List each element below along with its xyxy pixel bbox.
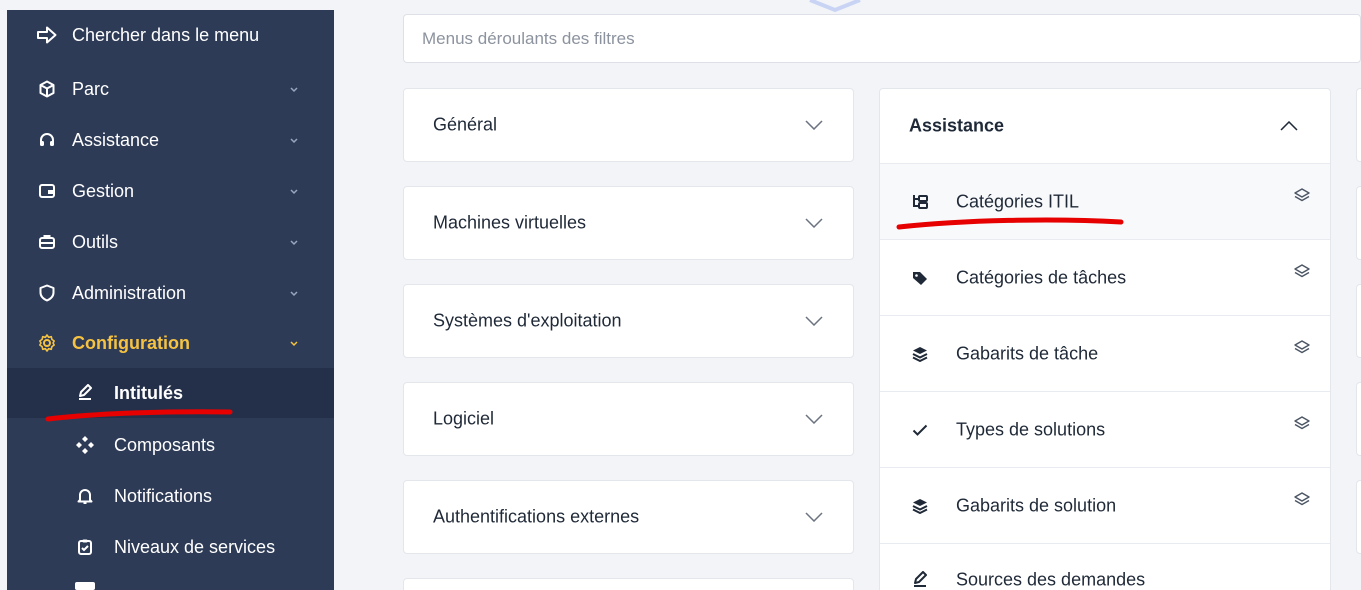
panel-item-types-solutions[interactable]: Types de solutions [880, 391, 1330, 467]
filter-dropdown-search[interactable] [403, 14, 1361, 63]
layers-icon [1294, 340, 1310, 354]
edit-icon [910, 570, 930, 590]
accordion-general[interactable]: Général [403, 88, 854, 162]
sidebar-item-configuration[interactable]: Configuration [7, 318, 334, 368]
sidebar-subitem-notifications[interactable]: Notifications [7, 471, 334, 521]
panel-item-label: Catégories de tâches [956, 267, 1127, 287]
menu-search-button[interactable]: Chercher dans le menu [7, 10, 334, 60]
sidebar-item-label: Assistance [72, 129, 160, 150]
sidebar-subitem-label: Composants [114, 434, 216, 455]
chevron-down-icon [290, 341, 298, 347]
sidebar-item-label: Outils [72, 231, 119, 252]
chevron-down-icon [290, 189, 298, 195]
assistance-panel: Assistance Catégories ITIL Catégories de… [879, 88, 1331, 590]
accordion-systemes-exploitation[interactable]: Systèmes d'exploitation [403, 284, 854, 358]
chevron-down-icon [805, 512, 823, 522]
sidebar-item-assistance[interactable]: Assistance [7, 115, 334, 165]
assistance-panel-header[interactable]: Assistance [880, 89, 1330, 163]
bell-icon [75, 486, 95, 506]
sidebar-item-label: Administration [72, 282, 187, 303]
panel-item-label: Gabarits de tâche [956, 343, 1099, 363]
partial-card-edge [1356, 284, 1361, 358]
sidebar-subitem-intitules[interactable]: Intitulés [7, 368, 334, 418]
chevron-down-icon [290, 138, 298, 144]
layers-icon [1294, 416, 1310, 430]
sidebar-item-outils[interactable]: Outils [7, 217, 334, 267]
panel-item-gabarits-solution[interactable]: Gabarits de solution [880, 467, 1330, 543]
accordion-authentifications-externes[interactable]: Authentifications externes [403, 480, 854, 554]
sidebar-item-gestion[interactable]: Gestion [7, 166, 334, 216]
chevron-down-icon [290, 87, 298, 93]
accordion-title: Général [433, 114, 498, 135]
edit-icon [75, 383, 95, 403]
cube-icon [37, 79, 57, 99]
arrow-right-icon [37, 25, 57, 45]
tags-icon [910, 268, 930, 288]
panel-item-label: Types de solutions [956, 419, 1106, 439]
layers-icon [1294, 264, 1310, 278]
partial-icon [75, 582, 95, 590]
panel-item-categories-taches[interactable]: Catégories de tâches [880, 239, 1330, 315]
chevron-down-icon [805, 316, 823, 326]
partial-card-edge [1356, 186, 1361, 260]
sidebar-item-label: Configuration [72, 332, 190, 353]
chevron-down-icon [290, 291, 298, 297]
panel-item-label: Catégories ITIL [956, 191, 1080, 211]
briefcase-icon [37, 232, 57, 252]
panel-item-gabarits-tache[interactable]: Gabarits de tâche [880, 315, 1330, 391]
sidebar: Chercher dans le menu Parc Assistance Ge… [7, 10, 334, 590]
sidebar-item-parc[interactable]: Parc [7, 64, 334, 114]
chevron-down-icon [805, 120, 823, 130]
sidebar-subitem-niveaux-services[interactable]: Niveaux de services [7, 522, 334, 572]
wallet-icon [37, 181, 57, 201]
sidebar-item-label: Parc [72, 78, 110, 99]
partial-card-edge [1356, 88, 1361, 162]
layers-icon [1294, 492, 1310, 506]
panel-item-label: Gabarits de solution [956, 495, 1117, 515]
chevron-down-icon [805, 414, 823, 424]
panel-item-categories-itil[interactable]: Catégories ITIL [880, 163, 1330, 239]
clipboard-check-icon [75, 537, 95, 557]
chevron-down-icon [805, 218, 823, 228]
sidebar-subitem-label: Niveaux de services [114, 536, 276, 557]
panel-item-label: Sources des demandes [956, 569, 1146, 590]
panel-item-sources-demandes[interactable]: Sources des demandes [880, 543, 1330, 590]
partial-card-edge [1356, 480, 1361, 554]
hierarchy-icon [910, 192, 930, 212]
accordion-next-partial[interactable] [403, 578, 854, 590]
menu-search-label: Chercher dans le menu [72, 24, 260, 45]
chevron-up-icon [1280, 121, 1298, 131]
panel-title: Assistance [909, 115, 1005, 136]
check-icon [910, 420, 930, 440]
settings-icon [37, 333, 57, 353]
accordion-title: Authentifications externes [433, 506, 640, 527]
layers-icon [910, 344, 930, 364]
layers-icon [1294, 188, 1310, 202]
accordion-title: Machines virtuelles [433, 212, 587, 233]
sidebar-item-label: Gestion [72, 180, 135, 201]
shield-icon [37, 283, 57, 303]
accordion-logiciel[interactable]: Logiciel [403, 382, 854, 456]
sidebar-subitem-label: Notifications [114, 485, 213, 506]
layers-icon [910, 496, 930, 516]
filter-search-input[interactable] [404, 15, 1360, 62]
sidebar-subitem-label: Intitulés [114, 382, 184, 403]
headset-icon [37, 130, 57, 150]
accordion-machines-virtuelles[interactable]: Machines virtuelles [403, 186, 854, 260]
sidebar-subitem-composants[interactable]: Composants [7, 420, 334, 470]
accordion-title: Logiciel [433, 408, 495, 429]
partial-card-edge [1356, 382, 1361, 456]
chevron-down-icon [290, 240, 298, 246]
components-icon [75, 435, 95, 455]
sidebar-item-administration[interactable]: Administration [7, 268, 334, 318]
accordion-title: Systèmes d'exploitation [433, 310, 622, 331]
